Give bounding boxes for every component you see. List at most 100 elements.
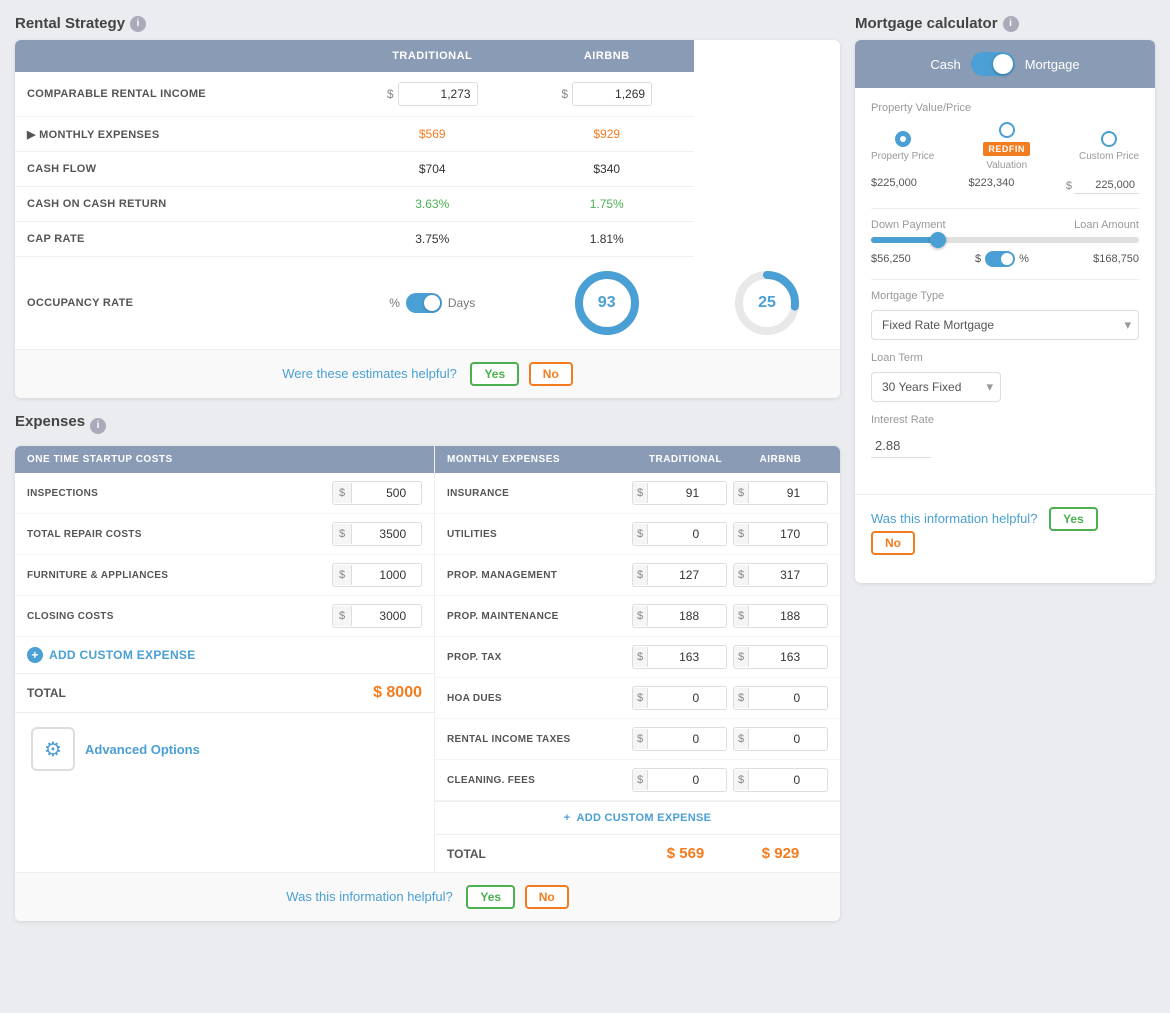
rental-taxes-airbnb-input[interactable] xyxy=(749,728,804,750)
onetime-add-custom-label: ADD CUSTOM EXPENSE xyxy=(49,648,196,662)
property-price-radio[interactable] xyxy=(895,131,911,147)
monthly-plus-icon: + xyxy=(564,812,571,824)
cleaning-traditional-input[interactable] xyxy=(648,769,703,791)
custom-price-input[interactable] xyxy=(1074,177,1139,194)
occupancy-traditional-cell: 93 xyxy=(519,257,693,350)
custom-price-input-wrap: $ xyxy=(1066,177,1139,194)
insurance-traditional-input[interactable] xyxy=(648,482,703,504)
prop-mgmt-airbnb-wrap: $ xyxy=(733,563,828,587)
monthly-row-utilities: UTILITIES $ $ xyxy=(435,514,840,555)
monthly-add-custom-button[interactable]: + ADD CUSTOM EXPENSE xyxy=(435,801,840,834)
prop-tax-label: PROP. TAX xyxy=(447,652,626,663)
monthly-totals-row: TOTAL $ 569 $ 929 xyxy=(435,834,840,872)
radio-custom-price[interactable]: Custom Price xyxy=(1079,131,1139,162)
comparable-airbnb-input[interactable] xyxy=(572,82,652,106)
monthly-total-airbnb: $ 929 xyxy=(733,845,828,862)
loan-term-wrap: Loan Term 30 Years Fixed 15 Years Fixed … xyxy=(871,352,1139,402)
inspections-input[interactable] xyxy=(352,482,412,504)
radio-valuation[interactable]: REDFIN Valuation xyxy=(983,122,1030,171)
custom-price-radio[interactable] xyxy=(1101,131,1117,147)
mortgage-info-icon[interactable]: i xyxy=(1003,16,1019,32)
strategy-no-button[interactable]: No xyxy=(529,362,573,386)
col-traditional: TRADITIONAL xyxy=(345,40,519,72)
expenses-no-button[interactable]: No xyxy=(525,885,569,909)
mortgage-no-button[interactable]: No xyxy=(871,531,915,555)
expense-row-inspections: INSPECTIONS $ xyxy=(15,473,434,514)
dp-toggle[interactable] xyxy=(985,251,1015,267)
cash-mortgage-toggle-btn[interactable] xyxy=(971,52,1015,76)
inspections-label: INSPECTIONS xyxy=(27,488,324,499)
radio-property-price[interactable]: Property Price xyxy=(871,131,934,162)
mortgage-type-label: Mortgage Type xyxy=(871,290,1139,302)
expenses-yes-button[interactable]: Yes xyxy=(466,885,515,909)
hoa-airbnb-input[interactable] xyxy=(749,687,804,709)
mortgage-title-wrap: Mortgage calculator i xyxy=(855,15,1155,32)
divider xyxy=(871,208,1139,209)
cashflow-label: CASH FLOW xyxy=(15,152,345,187)
prop-maint-label: PROP. MAINTENANCE xyxy=(447,611,626,622)
down-payment-header: Down Payment Loan Amount xyxy=(871,219,1139,231)
mortgage-title: Mortgage calculator xyxy=(855,15,998,32)
repair-input[interactable] xyxy=(352,523,412,545)
occupancy-label: OCCUPANCY RATE xyxy=(15,257,345,350)
table-row: OCCUPANCY RATE % Days xyxy=(15,257,840,350)
advanced-options-row: ⚙ Advanced Options xyxy=(15,712,434,785)
utilities-airbnb-input[interactable] xyxy=(749,523,804,545)
dp-values: $56,250 $ % $168,750 xyxy=(871,251,1139,267)
expense-row-closing: CLOSING COSTS $ xyxy=(15,596,434,637)
rental-strategy-info-icon[interactable]: i xyxy=(130,16,146,32)
furniture-input[interactable] xyxy=(352,564,412,586)
property-price-option-label: Property Price xyxy=(871,151,934,162)
prop-tax-airbnb-input[interactable] xyxy=(749,646,804,668)
monthly-traditional-col: TRADITIONAL xyxy=(638,454,733,465)
strategy-table: TRADITIONAL AIRBNB COMPARABLE RENTAL INC… xyxy=(15,40,840,349)
interest-rate-input[interactable] xyxy=(871,434,931,458)
gear-icon[interactable]: ⚙ xyxy=(31,727,75,771)
insurance-airbnb-input[interactable] xyxy=(749,482,804,504)
table-row: CASH FLOW $704 $340 xyxy=(15,152,840,187)
advanced-options-label[interactable]: Advanced Options xyxy=(85,742,200,757)
monthly-airbnb-col: AIRBNB xyxy=(733,454,828,465)
inspections-input-wrap: $ xyxy=(332,481,422,505)
prop-mgmt-traditional-input[interactable] xyxy=(648,564,703,586)
expenses-card: ONE TIME STARTUP COSTS INSPECTIONS $ TOT… xyxy=(15,446,840,921)
insurance-airbnb-wrap: $ xyxy=(733,481,828,505)
mortgage-yes-button[interactable]: Yes xyxy=(1049,507,1098,531)
occupancy-toggle[interactable] xyxy=(406,293,442,313)
down-payment-label: Down Payment xyxy=(871,219,946,231)
down-payment-slider[interactable] xyxy=(871,237,1139,243)
loan-term-select[interactable]: 30 Years Fixed 15 Years Fixed 20 Years F… xyxy=(871,372,1001,402)
hoa-traditional-wrap: $ xyxy=(632,686,727,710)
mortgage-helpful-row: Was this information helpful? Yes No xyxy=(855,494,1155,567)
expense-row-repair: TOTAL REPAIR COSTS $ xyxy=(15,514,434,555)
strategy-yes-button[interactable]: Yes xyxy=(470,362,519,386)
cash-label: Cash xyxy=(930,57,960,72)
mortgage-type-select[interactable]: Fixed Rate Mortgage Variable Rate Mortga… xyxy=(871,310,1139,340)
monthly-row-prop-tax: PROP. TAX $ $ xyxy=(435,637,840,678)
expense-row-furniture: FURNITURE & APPLIANCES $ xyxy=(15,555,434,596)
cleaning-airbnb-input[interactable] xyxy=(749,769,804,791)
occupancy-airbnb-cell: 25 xyxy=(694,257,840,350)
monthly-row-prop-maint: PROP. MAINTENANCE $ $ xyxy=(435,596,840,637)
prop-maint-airbnb-input[interactable] xyxy=(749,605,804,627)
monthly-row-rental-taxes: RENTAL INCOME TAXES $ $ xyxy=(435,719,840,760)
slider-thumb[interactable] xyxy=(930,232,946,248)
cashflow-airbnb: $340 xyxy=(519,152,693,187)
utilities-traditional-input[interactable] xyxy=(648,523,703,545)
closing-input[interactable] xyxy=(352,605,412,627)
closing-input-wrap: $ xyxy=(332,604,422,628)
dp-toggle-wrap: $ % xyxy=(975,251,1029,267)
rental-strategy-title: Rental Strategy i xyxy=(15,15,840,32)
prop-maint-traditional-input[interactable] xyxy=(648,605,703,627)
valuation-radio[interactable] xyxy=(999,122,1015,138)
prop-tax-traditional-input[interactable] xyxy=(648,646,703,668)
expenses-info-icon[interactable]: i xyxy=(90,418,106,434)
onetime-add-custom-button[interactable]: + ADD CUSTOM EXPENSE xyxy=(15,637,434,673)
hoa-traditional-input[interactable] xyxy=(648,687,703,709)
valuation-option-label: Valuation xyxy=(986,160,1027,171)
comparable-traditional-input[interactable] xyxy=(398,82,478,106)
rental-taxes-traditional-input[interactable] xyxy=(648,728,703,750)
expenses-header: Expenses i xyxy=(15,413,840,438)
coc-traditional: 3.63% xyxy=(345,187,519,222)
prop-mgmt-airbnb-input[interactable] xyxy=(749,564,804,586)
